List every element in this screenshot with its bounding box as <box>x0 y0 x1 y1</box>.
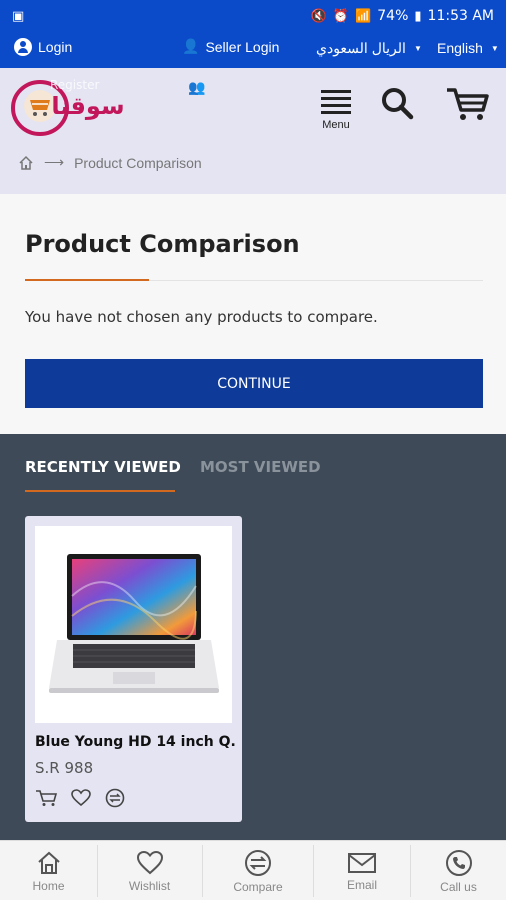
nav-wishlist[interactable]: Wishlist <box>98 841 201 900</box>
main-content: Product Comparison You have not chosen a… <box>0 194 506 434</box>
login-label: Login <box>38 39 73 55</box>
nav-home-label: Home <box>32 878 65 893</box>
search-icon[interactable] <box>380 86 414 120</box>
nav-call-label: Call us <box>440 879 477 894</box>
clock: 11:53 AM <box>427 8 494 24</box>
recent-section: RECENTLY VIEWED MOST VIEWED Blue Young H… <box>0 434 506 840</box>
continue-button[interactable]: CONTINUE <box>25 359 483 408</box>
person-icon: 👤 <box>182 38 200 54</box>
cart-icon[interactable] <box>445 86 489 122</box>
product-price: S.R 988 <box>35 759 94 777</box>
product-image[interactable] <box>35 526 232 723</box>
nav-email[interactable]: Email <box>314 841 410 900</box>
arrow-right-icon: ⟶ <box>44 154 65 170</box>
login-link[interactable]: Login <box>14 38 72 56</box>
page-title: Product Comparison <box>25 230 300 258</box>
title-accent <box>25 279 149 281</box>
empty-message: You have not chosen any products to comp… <box>25 308 378 326</box>
home-icon[interactable] <box>18 155 34 171</box>
header: سوقنا Register 👥 Menu ⟶ Product Comparis… <box>0 68 506 194</box>
status-bar: ▣ 🔇 ⏰ 📶 74% ▮ 11:53 AM <box>0 0 506 32</box>
register-link[interactable]: Register <box>50 78 99 92</box>
user-icon <box>14 38 32 56</box>
breadcrumb: ⟶ Product Comparison <box>18 154 202 171</box>
nav-compare[interactable]: Compare <box>203 841 313 900</box>
mail-icon <box>348 852 376 873</box>
nav-call[interactable]: Call us <box>411 841 506 900</box>
top-bar: Login 👤 Seller Login الريال السعودي ▼ En… <box>0 32 506 68</box>
wifi-icon: 📶 <box>355 8 372 24</box>
battery-icon: ▮ <box>414 8 422 24</box>
card-actions <box>35 788 125 808</box>
tab-recently-viewed[interactable]: RECENTLY VIEWED <box>25 458 181 476</box>
battery-percent: 74% <box>377 8 409 24</box>
gallery-icon: ▣ <box>12 8 25 24</box>
bottom-nav: Home Wishlist Compare Email Call us <box>0 840 506 900</box>
menu-label: Menu <box>322 119 350 131</box>
home-icon <box>37 851 60 874</box>
alarm-icon: ⏰ <box>332 8 350 24</box>
currency-label: الريال السعودي <box>316 40 406 56</box>
product-name[interactable]: Blue Young HD 14 inch Q... <box>35 734 235 750</box>
language-label: English <box>437 40 483 56</box>
language-selector[interactable]: English ▼ <box>437 40 499 56</box>
phone-icon <box>445 849 472 876</box>
caret-down-icon: ▼ <box>490 43 499 53</box>
wishlist-icon[interactable] <box>71 789 91 807</box>
currency-selector[interactable]: الريال السعودي ▼ <box>316 40 422 57</box>
add-to-cart-icon[interactable] <box>35 789 57 807</box>
active-tab-underline <box>25 490 175 492</box>
product-card[interactable]: Blue Young HD 14 inch Q... S.R 988 <box>25 516 242 822</box>
mute-icon: 🔇 <box>310 8 327 24</box>
seller-login-link[interactable]: 👤 Seller Login <box>182 38 279 55</box>
logo-text: سوقنا <box>51 92 124 120</box>
caret-down-icon: ▼ <box>413 44 422 53</box>
menu-button[interactable]: Menu <box>316 88 356 131</box>
users-icon: 👥 <box>188 80 206 96</box>
compare-icon[interactable] <box>105 788 125 808</box>
nav-compare-label: Compare <box>233 879 283 894</box>
nav-home[interactable]: Home <box>0 841 97 900</box>
heart-icon <box>136 850 163 874</box>
compare-icon <box>245 849 271 876</box>
seller-login-label: Seller Login <box>205 38 280 55</box>
tab-most-viewed[interactable]: MOST VIEWED <box>200 458 321 476</box>
nav-wishlist-label: Wishlist <box>128 878 171 893</box>
nav-email-label: Email <box>346 877 377 892</box>
breadcrumb-current: Product Comparison <box>74 154 202 171</box>
